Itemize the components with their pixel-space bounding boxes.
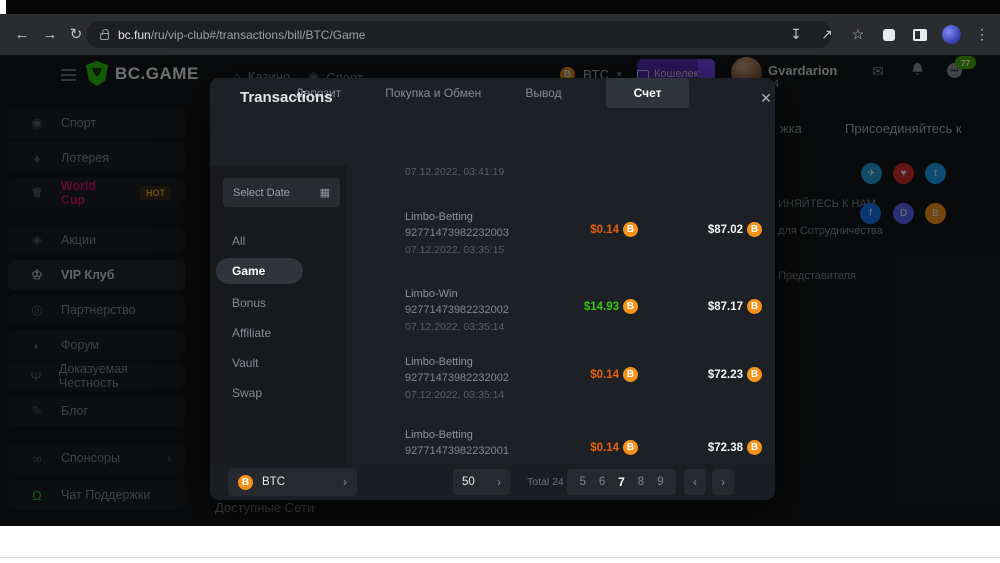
page-8[interactable]: 8: [638, 476, 644, 488]
next-page-icon[interactable]: ›: [712, 469, 734, 495]
page-6[interactable]: 6: [599, 476, 605, 488]
corner-notch: [0, 0, 6, 14]
page-9[interactable]: 9: [657, 476, 663, 488]
btc-icon: B: [747, 440, 762, 455]
modal-footer: B BTC › 50 › Total 24 5 6 7 8 9 ‹ ›: [210, 464, 775, 500]
transaction-row[interactable]: Limbo-Betting 92771473982232003 07.12.20…: [405, 211, 762, 263]
btc-icon: B: [747, 367, 762, 382]
filter-game[interactable]: Game: [216, 258, 303, 284]
bookmark-star-icon[interactable]: ☆: [848, 25, 868, 45]
btc-icon: B: [238, 475, 253, 490]
transaction-id: 92771473982232002: [405, 372, 509, 384]
transaction-balance: $72.38B: [708, 440, 762, 455]
btc-icon: B: [623, 222, 638, 237]
page-5[interactable]: 5: [579, 476, 585, 488]
transaction-title: Limbo-Betting: [405, 211, 473, 223]
browser-chrome: ← → ↻ bc.fun/ru/vip-club#/transactions/b…: [0, 14, 1000, 55]
url-text: bc.fun/ru/vip-club#/transactions/bill/BT…: [118, 28, 365, 42]
filter-bonus[interactable]: Bonus: [223, 296, 333, 310]
btc-icon: B: [623, 440, 638, 455]
filter-affiliate[interactable]: Affiliate: [223, 326, 333, 340]
filter-vault[interactable]: Vault: [223, 356, 333, 370]
transaction-amount: $14.93B: [584, 299, 638, 314]
tab-buy-swap[interactable]: Покупка и Обмен: [385, 78, 481, 108]
page-size-selector[interactable]: 50 ›: [453, 469, 510, 495]
calendar-icon: ▦: [320, 186, 330, 199]
profile-avatar-icon[interactable]: [941, 25, 961, 45]
filter-panel: [210, 166, 347, 464]
url-bar[interactable]: bc.fun/ru/vip-club#/transactions/bill/BT…: [86, 21, 832, 48]
btc-icon: B: [623, 367, 638, 382]
btc-icon: B: [747, 222, 762, 237]
transaction-id: 92771473982232002: [405, 304, 509, 316]
transaction-balance: $87.17B: [708, 299, 762, 314]
select-date-button[interactable]: Select Date ▦: [223, 178, 340, 207]
tab-bill[interactable]: Счет: [606, 78, 690, 108]
extensions-puzzle-icon[interactable]: [879, 25, 899, 45]
transaction-row[interactable]: Limbo-Betting 92771473982232002 07.12.20…: [405, 356, 762, 408]
transaction-balance: $87.02B: [708, 222, 762, 237]
btc-icon: B: [747, 299, 762, 314]
transaction-row[interactable]: Limbo-Win 92771473982232002 07.12.2022, …: [405, 288, 762, 340]
tab-withdraw[interactable]: Вывод: [525, 78, 561, 108]
side-panel-icon[interactable]: [910, 25, 930, 45]
forward-icon[interactable]: →: [38, 22, 62, 46]
page-7-current[interactable]: 7: [618, 475, 625, 489]
btc-icon: B: [623, 299, 638, 314]
download-icon[interactable]: ↧: [786, 25, 806, 45]
back-icon[interactable]: ←: [10, 22, 34, 46]
transaction-amount: $0.14B: [590, 367, 638, 382]
filter-swap[interactable]: Swap: [223, 386, 333, 400]
close-icon[interactable]: ✕: [756, 88, 775, 108]
transaction-amount: $0.14B: [590, 440, 638, 455]
total-count: Total 24: [527, 476, 564, 488]
transactions-modal: Transactions ✕ Депозит Покупка и Обмен В…: [210, 78, 775, 500]
transaction-id: 92771473982232001: [405, 445, 509, 457]
share-icon[interactable]: ↗: [817, 25, 837, 45]
transaction-amount: $0.14B: [590, 222, 638, 237]
transaction-date: 07.12.2022, 03:35:15: [405, 244, 504, 256]
filter-all[interactable]: All: [223, 234, 333, 248]
partial-row-date: 07.12.2022, 03:41:19: [405, 166, 504, 178]
top-strip: [0, 0, 1000, 14]
chevron-right-icon: ›: [343, 475, 347, 489]
transaction-date: 07.12.2022, 03:35:14: [405, 321, 504, 333]
transaction-id: 92771473982232003: [405, 227, 509, 239]
app-viewport: BC.GAME ⌂ Казино ◉ Спорт B BTC ▾ Кошелек…: [0, 55, 1000, 526]
transaction-balance: $72.23B: [708, 367, 762, 382]
transaction-title: Limbo-Betting: [405, 356, 473, 368]
page-bottom-area: [0, 526, 1000, 563]
menu-kebab-icon[interactable]: ⋮: [972, 25, 992, 45]
divider: [0, 557, 1000, 558]
prev-page-icon[interactable]: ‹: [684, 469, 706, 495]
chevron-right-icon: ›: [497, 475, 501, 489]
modal-title: Transactions: [240, 89, 333, 106]
screen: ← → ↻ bc.fun/ru/vip-club#/transactions/b…: [0, 0, 1000, 563]
transaction-title: Limbo-Betting: [405, 429, 473, 441]
reload-icon[interactable]: ↻: [64, 22, 88, 46]
transaction-title: Limbo-Win: [405, 288, 458, 300]
transaction-date: 07.12.2022, 03:35:14: [405, 389, 504, 401]
lock-icon: [100, 33, 109, 40]
footer-currency-selector[interactable]: B BTC ›: [228, 468, 357, 496]
pagination: 5 6 7 8 9: [567, 469, 676, 495]
